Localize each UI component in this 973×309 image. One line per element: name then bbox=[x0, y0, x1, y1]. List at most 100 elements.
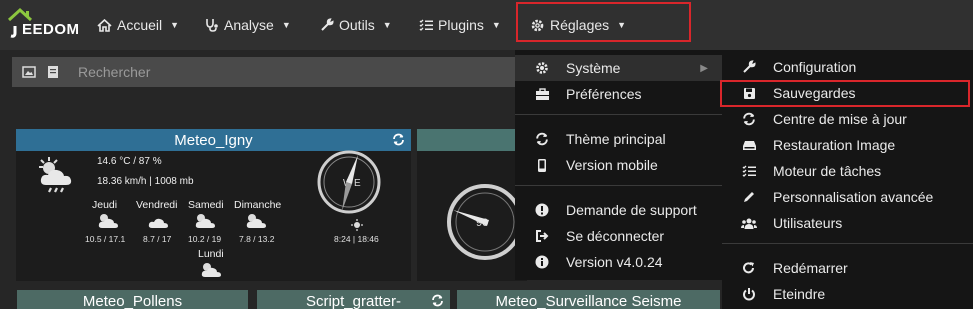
meteo-surveillance-widget-header: Meteo_Surveillance Seisme bbox=[457, 290, 720, 309]
nav-plugins[interactable]: Plugins ▼ bbox=[419, 14, 501, 36]
search-toolbar bbox=[12, 57, 515, 87]
menu-item-configuration[interactable]: Configuration bbox=[722, 54, 973, 80]
sign-out-icon bbox=[534, 228, 550, 244]
stethoscope-icon bbox=[206, 19, 218, 32]
nav-accueil-label: Accueil bbox=[117, 17, 163, 33]
cloud-icon bbox=[148, 218, 168, 228]
forecast-range: 10.5 / 17.1 bbox=[85, 234, 126, 244]
chevron-down-icon: ▼ bbox=[281, 20, 291, 30]
meteo-igny-widget: Meteo_Igny 14.6 °C / 87 % 18.36 km/h | 1… bbox=[16, 129, 411, 281]
menu-item-label: Version mobile bbox=[566, 157, 658, 173]
menu-item-demande-support[interactable]: Demande de support bbox=[515, 197, 722, 223]
menu-item-redemarrer[interactable]: Redémarrer bbox=[722, 255, 973, 281]
nav-accueil[interactable]: Accueil ▼ bbox=[97, 14, 179, 36]
users-icon bbox=[741, 215, 757, 231]
document-icon[interactable] bbox=[46, 65, 60, 79]
script-gratter-widget-header: Script_gratter- bbox=[257, 290, 450, 309]
menu-item-personnalisation[interactable]: Personnalisation avancée bbox=[722, 184, 973, 210]
wrench-icon bbox=[741, 59, 757, 75]
info-circle-icon bbox=[534, 254, 550, 270]
current-wind-pressure: 18.36 km/h | 1008 mb bbox=[97, 176, 194, 187]
menu-divider bbox=[515, 185, 722, 186]
menu-item-label: Moteur de tâches bbox=[773, 163, 882, 179]
search-input[interactable] bbox=[78, 57, 508, 87]
menu-item-restauration-image[interactable]: Restauration Image bbox=[722, 132, 973, 158]
menu-item-version[interactable]: Version v4.0.24 bbox=[515, 249, 722, 275]
menu-item-label: Demande de support bbox=[566, 202, 697, 218]
forecast-range: 10.2 / 19 bbox=[188, 234, 222, 244]
menu-item-moteur-taches[interactable]: Moteur de tâches bbox=[722, 158, 973, 184]
forecast-day: Jeudi bbox=[92, 199, 118, 211]
menu-item-label: Préférences bbox=[566, 86, 642, 102]
menu-item-label: Se déconnecter bbox=[566, 228, 665, 244]
sun-cloud-rain-icon bbox=[39, 157, 72, 193]
menu-item-label: Centre de mise à jour bbox=[773, 111, 907, 127]
gauge-widget: 90 bbox=[417, 129, 527, 281]
menu-item-theme-principal[interactable]: Thème principal bbox=[515, 126, 722, 152]
menu-item-se-deconnecter[interactable]: Se déconnecter bbox=[515, 223, 722, 249]
menu-item-centre-mise-a-jour[interactable]: Centre de mise à jour bbox=[722, 106, 973, 132]
meteo-surveillance-title: Meteo_Surveillance Seisme bbox=[495, 292, 682, 309]
chevron-down-icon: ▼ bbox=[382, 20, 392, 30]
briefcase-icon bbox=[534, 86, 550, 102]
sun-cloud-icon bbox=[201, 263, 221, 277]
image-icon[interactable] bbox=[22, 65, 36, 79]
meteo-igny-header: Meteo_Igny bbox=[16, 129, 411, 151]
forecast-day: Dimanche bbox=[234, 199, 282, 211]
nav-analyse-label: Analyse bbox=[224, 17, 274, 33]
cog-icon bbox=[534, 60, 550, 76]
meteo-pollens-widget-header: Meteo_Pollens bbox=[17, 290, 248, 309]
menu-divider bbox=[515, 114, 722, 115]
sync-icon bbox=[534, 131, 550, 147]
menu-item-eteindre[interactable]: Eteindre bbox=[722, 281, 973, 307]
menu-item-label: Système bbox=[566, 60, 621, 76]
menu-item-label: Eteindre bbox=[773, 286, 826, 302]
logo-text: EEDOM bbox=[22, 21, 80, 38]
jeedom-page: EEDOM Accueil ▼ Analyse ▼ Outils ▼ Plugi… bbox=[0, 0, 973, 309]
sun-cloud-icon bbox=[195, 214, 215, 228]
menu-item-label: Version v4.0.24 bbox=[566, 254, 663, 270]
redo-icon bbox=[741, 260, 757, 276]
forecast-day: Lundi bbox=[198, 248, 224, 260]
sun-cloud-icon bbox=[246, 214, 266, 228]
hdd-icon bbox=[741, 137, 757, 153]
menu-item-label: Configuration bbox=[773, 59, 857, 75]
svg-text:E: E bbox=[354, 178, 361, 189]
menu-item-preferences[interactable]: Préférences bbox=[515, 81, 722, 107]
gauge-widget-header bbox=[417, 129, 527, 151]
menu-item-systeme[interactable]: Système ▶ bbox=[515, 55, 722, 81]
forecast-day: Vendredi bbox=[136, 199, 178, 211]
mobile-icon bbox=[534, 157, 550, 173]
wind-compass-icon: W E bbox=[317, 150, 381, 214]
refresh-icon bbox=[741, 111, 757, 127]
forecast-day: Samedi bbox=[188, 199, 224, 211]
menu-item-version-mobile[interactable]: Version mobile bbox=[515, 152, 722, 178]
menu-item-utilisateurs[interactable]: Utilisateurs bbox=[722, 210, 973, 236]
menu-item-label: Restauration Image bbox=[773, 137, 896, 153]
nav-outils[interactable]: Outils ▼ bbox=[320, 14, 392, 36]
menu-item-label: Personnalisation avancée bbox=[773, 189, 934, 205]
forecast-range: 7.8 / 13.2 bbox=[239, 234, 275, 244]
home-icon bbox=[97, 18, 112, 32]
chevron-right-icon: ▶ bbox=[700, 62, 708, 74]
exclamation-circle-icon bbox=[534, 202, 550, 218]
jeedom-logo[interactable]: EEDOM bbox=[6, 6, 80, 42]
refresh-icon[interactable] bbox=[431, 294, 444, 307]
top-navbar: EEDOM Accueil ▼ Analyse ▼ Outils ▼ Plugi… bbox=[0, 0, 973, 50]
wrench-icon bbox=[321, 18, 334, 31]
menu-item-label: Redémarrer bbox=[773, 260, 848, 276]
power-icon bbox=[741, 286, 757, 302]
sunrise-sunset: 8:24 | 18:46 bbox=[334, 234, 379, 244]
current-temp-humidity: 14.6 °C / 87 % bbox=[97, 156, 162, 167]
sun-icon bbox=[351, 219, 363, 231]
forecast-range: 8.7 / 17 bbox=[143, 234, 172, 244]
chevron-down-icon: ▼ bbox=[491, 20, 501, 30]
list-icon bbox=[741, 163, 757, 179]
reglages-highlight-box bbox=[516, 2, 691, 42]
pencil-icon bbox=[741, 189, 757, 205]
nav-analyse[interactable]: Analyse ▼ bbox=[205, 14, 291, 36]
refresh-icon[interactable] bbox=[392, 133, 405, 146]
meteo-igny-title: Meteo_Igny bbox=[174, 131, 253, 149]
meteo-pollens-title: Meteo_Pollens bbox=[82, 292, 183, 309]
nav-plugins-label: Plugins bbox=[438, 17, 484, 33]
